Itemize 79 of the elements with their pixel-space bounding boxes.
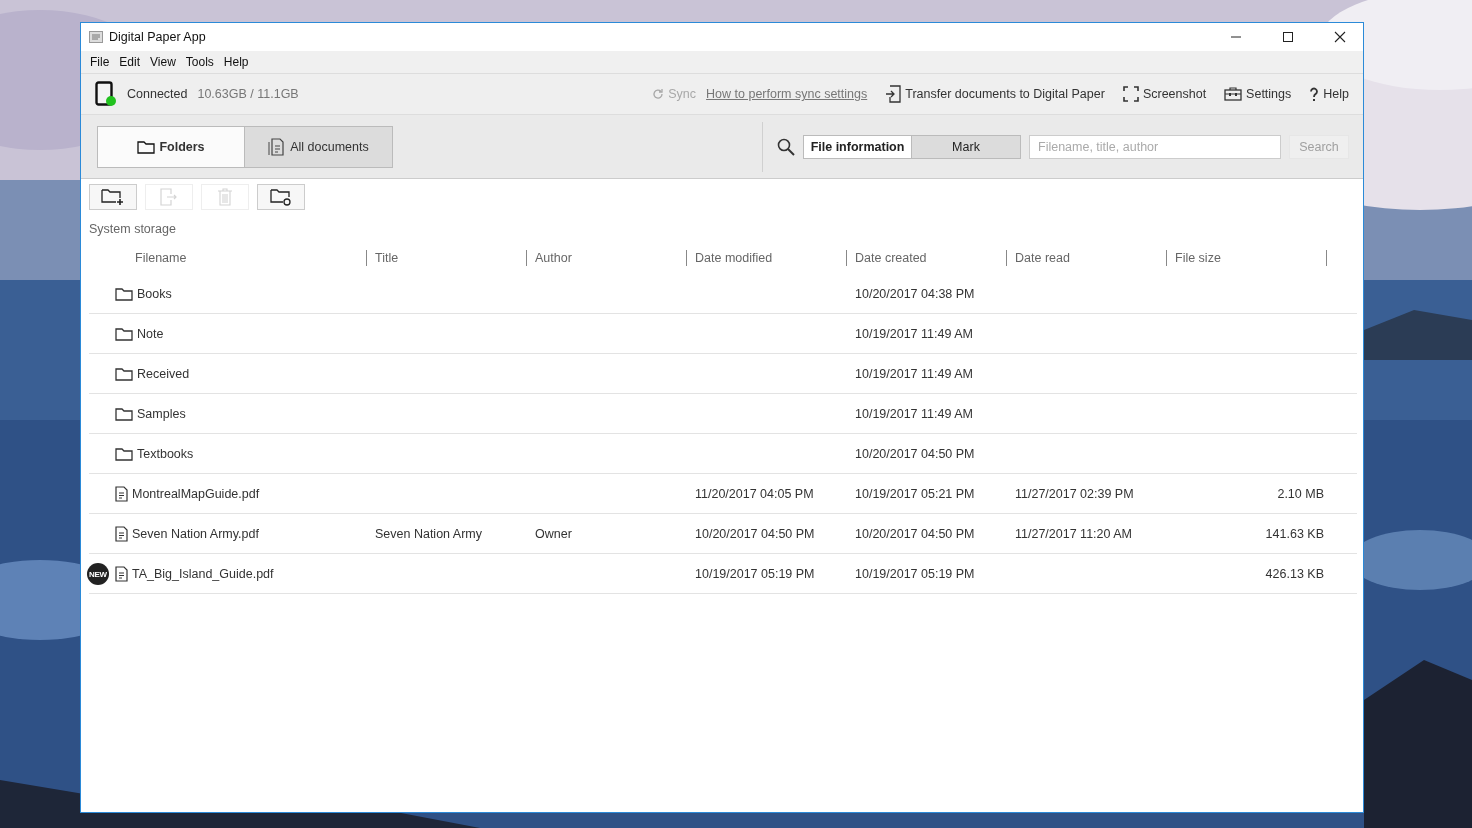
column-header[interactable]: Date created [847, 250, 927, 266]
close-icon [1334, 31, 1346, 43]
file-name[interactable]: TA_Big_Island_Guide.pdf [132, 566, 274, 581]
column-header[interactable]: Title [367, 250, 399, 266]
folder-icon [115, 406, 133, 421]
file-name[interactable]: MontrealMapGuide.pdf [132, 486, 260, 501]
screenshot-button[interactable]: Screenshot [1122, 86, 1207, 102]
new-folder-icon [101, 188, 125, 206]
file-name[interactable]: Seven Nation Army.pdf [132, 526, 259, 541]
table-cell-text: 10/19/2017 05:21 PM [854, 486, 975, 501]
table-cell-text: 11/27/2017 11:20 AM [1014, 526, 1132, 541]
table-cell-text: 11/27/2017 02:39 PM [1014, 486, 1134, 501]
table-cell-text: 2.10 MB [1277, 486, 1325, 501]
maximize-icon [1282, 31, 1294, 43]
connection-status: Connected [127, 87, 188, 101]
tablet-icon [95, 81, 117, 107]
table-cell-text: 10/20/2017 04:50 PM [694, 526, 815, 541]
storage-usage: 10.63GB / 11.1GB [197, 87, 299, 101]
new-folder-button[interactable] [89, 184, 137, 210]
table-cell-text: 141.63 KB [1265, 526, 1325, 541]
toolbox-icon [1224, 87, 1243, 101]
search-mode-tab[interactable]: File information [803, 134, 912, 159]
table-cell-text: 10/19/2017 05:19 PM [694, 566, 815, 581]
menu-item[interactable]: File [85, 55, 115, 69]
column-header[interactable]: Filename [89, 250, 187, 266]
file-name[interactable]: Received [137, 366, 190, 381]
sync-folder-button[interactable] [257, 184, 305, 210]
menu-item[interactable]: Edit [114, 55, 146, 69]
menu-item[interactable]: Help [218, 55, 254, 69]
table-cell-text: 10/20/2017 04:50 PM [854, 446, 975, 461]
table-cell-text: Owner [534, 526, 572, 541]
column-header[interactable]: Date read [1007, 250, 1070, 266]
folder-sync-icon [270, 188, 292, 206]
folder-icon [115, 286, 133, 301]
transfer-button[interactable]: Transfer documents to Digital Paper [885, 85, 1105, 103]
trash-icon [217, 188, 233, 206]
table-cell-text: 10/20/2017 04:50 PM [854, 526, 975, 541]
folder-icon [115, 366, 133, 381]
search-mode-tab[interactable]: Mark [912, 134, 1021, 159]
view-tab[interactable]: All documents [245, 125, 393, 168]
window-title: Digital Paper App [109, 30, 206, 44]
folder-icon [115, 326, 133, 341]
help-link[interactable]: How to perform sync settings [706, 87, 868, 101]
menu-item[interactable]: View [145, 55, 181, 69]
file-name[interactable]: Note [137, 326, 164, 341]
table-cell-text: 10/19/2017 11:49 AM [854, 366, 973, 381]
file-name[interactable]: Books [137, 286, 172, 301]
refresh-icon [652, 88, 665, 100]
column-header[interactable]: File size [1167, 250, 1221, 266]
help-button[interactable]: Help [1309, 86, 1349, 102]
table-cell-text: Seven Nation Army [374, 526, 482, 541]
file-name[interactable]: Samples [137, 406, 186, 421]
folder-icon [115, 446, 133, 461]
search-field[interactable]: Filename, title, author [1029, 134, 1281, 159]
search-icon [777, 137, 795, 156]
import-icon [885, 85, 902, 103]
table-cell-text: 10/19/2017 11:49 AM [854, 406, 973, 421]
table-cell-text: 10/20/2017 04:38 PM [854, 286, 975, 301]
new-badge: NEW [87, 563, 109, 585]
move-icon [159, 188, 179, 206]
document-icon [115, 485, 128, 502]
document-icon [115, 565, 128, 582]
settings-button[interactable]: Settings [1224, 87, 1292, 101]
column-header[interactable]: Date modified [687, 250, 773, 266]
folder-icon [137, 139, 156, 154]
document-icon [115, 525, 128, 542]
app-icon [89, 31, 103, 43]
table-cell-text: 10/19/2017 05:19 PM [854, 566, 975, 581]
screenshot-icon [1122, 86, 1139, 102]
view-tab[interactable]: Folders [97, 125, 245, 168]
column-header[interactable]: Author [527, 250, 572, 266]
table-cell-text: 11/20/2017 04:05 PM [694, 486, 814, 501]
file-name[interactable]: Textbooks [137, 446, 194, 461]
documents-icon [268, 137, 287, 156]
storage-location: System storage [89, 222, 176, 236]
menu-item[interactable]: Tools [180, 55, 219, 69]
question-icon [1309, 86, 1320, 102]
table-cell-text: 426.13 KB [1265, 566, 1325, 581]
table-cell-text: 10/19/2017 11:49 AM [854, 326, 973, 341]
